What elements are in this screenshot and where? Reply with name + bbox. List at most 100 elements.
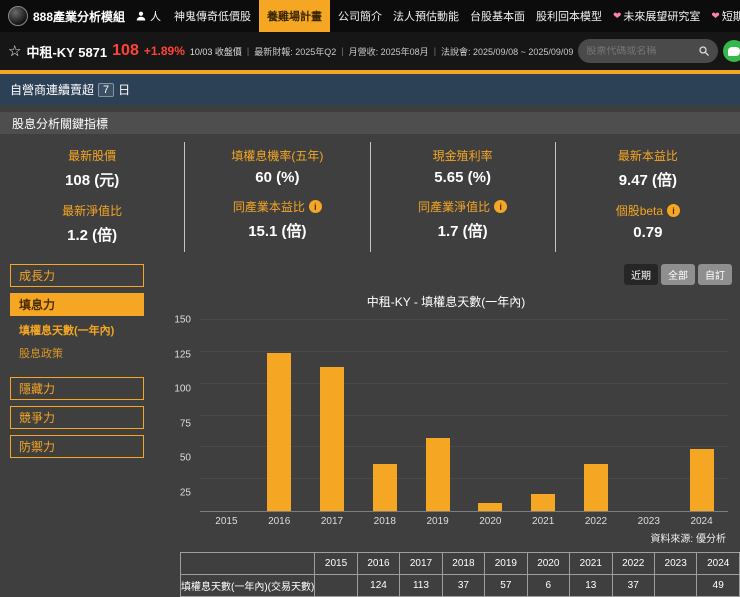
table-cell: 49 (696, 574, 740, 597)
metric-label: 現金殖利率 (371, 147, 555, 164)
metric-label-text: 同產業淨值比 (418, 200, 491, 214)
search-input[interactable] (586, 45, 699, 57)
nav-item[interactable]: ❤短期動能研究室 (708, 0, 740, 32)
table-cell: 113 (399, 574, 443, 597)
search-box[interactable] (578, 39, 719, 63)
table-header-cell: 2015 (314, 552, 358, 575)
chart-area: 近期 全部 自訂 中租-KY - 填權息天數(一年內) 150 125 100 75 50 2… (152, 262, 740, 545)
bar[interactable] (478, 503, 503, 511)
nav-item-label: 公司簡介 (338, 11, 383, 23)
nav-item-label: 法人預估動能 (393, 11, 460, 23)
range-button[interactable]: 全部 (661, 264, 695, 285)
metric-label: 最新股價 (0, 147, 184, 164)
bar-slot (570, 320, 623, 511)
nav-item[interactable]: 股利回本模型 (533, 0, 605, 32)
stock-info-bar: ☆ 中租-KY 5871 108 +1.89% 10/03 收盤價 | 最新財報:… (0, 32, 740, 70)
metric-label-text: 個股beta (615, 204, 664, 218)
data-table: 2015 2016 2017 2018 2019 2020 2021 2022 2023 2024… (179, 552, 740, 597)
range-button[interactable]: 近期 (624, 264, 658, 285)
bar-slot (411, 320, 464, 511)
info-icon[interactable]: i (494, 200, 508, 213)
plot-box: 2015 2016 2017 2018 2019 2020 2021 2022 2023 2024 (200, 319, 728, 527)
nav-item[interactable]: ❤ 未來展望研究室 (610, 0, 703, 32)
metric-value: 60 (%) (255, 169, 300, 186)
nav-item[interactable]: 神鬼傳奇低價股 (171, 0, 254, 32)
x-tick-label: 2015 (215, 516, 238, 527)
row-label: 填權息天數(一年內)(交易天數) (179, 574, 316, 597)
separator: | (341, 46, 344, 56)
sidebar-item[interactable]: 防禦力 (10, 435, 144, 458)
data-source: 資料來源: 優分析 (650, 534, 726, 545)
search-icon[interactable] (698, 45, 710, 57)
user-menu[interactable]: 人 (135, 8, 161, 24)
sidebar-item[interactable]: 競爭力 (10, 406, 144, 429)
watchlist-star-icon[interactable]: ☆ (8, 44, 21, 59)
line-share-button[interactable] (723, 40, 740, 62)
app-logo-icon (8, 6, 28, 26)
table-header-cell: 2017 (399, 552, 443, 575)
ticker-band: 自營商連續賣超 7 日 (0, 74, 740, 105)
table-header-row: 2015 2016 2017 2018 2019 2020 2021 2022 2023 2024 (179, 552, 740, 575)
bar-slot (622, 320, 675, 511)
nav-item[interactable]: 台股基本面 (467, 0, 528, 32)
metric: 同產業本益比 i 15.1 (倍) (185, 193, 369, 248)
sidebar-subitem[interactable]: 填權息天數(一年內) (19, 322, 144, 338)
metric-label-text: 填權息機率(五年) (231, 149, 324, 163)
x-tick-label: 2020 (479, 516, 502, 527)
sidebar-item[interactable]: 填息力 (10, 293, 144, 316)
y-tick-label: 75 (179, 418, 191, 429)
section-title: 股息分析關鍵指標 (12, 116, 109, 131)
metric-label: 同產業淨值比 i (371, 198, 555, 215)
metric-label: 同產業本益比 i (185, 198, 369, 215)
sidebar-subitem[interactable]: 股息政策 (19, 345, 144, 361)
bar[interactable] (425, 438, 450, 511)
metric-value: 9.47 (倍) (618, 172, 678, 189)
bar[interactable] (689, 448, 714, 511)
bar[interactable] (531, 494, 556, 511)
section-header: 股息分析關鍵指標 (0, 112, 740, 134)
metric-label-text: 最新本益比 (617, 149, 678, 163)
nav-item-label: 短期動能研究室 (721, 11, 740, 23)
bar[interactable] (372, 463, 397, 511)
bar[interactable] (319, 367, 344, 511)
table-header-cell: 2021 (569, 552, 613, 575)
nav-item[interactable]: 法人預估動能 (390, 0, 462, 32)
bar[interactable] (267, 353, 292, 511)
metric-value: 1.2 (倍) (67, 227, 118, 244)
person-icon (136, 11, 146, 21)
sidebar-item[interactable]: 成長力 (10, 264, 144, 287)
top-navigation: 888產業分析模組 人 神鬼傳奇低價股 養雞場計畫 公司簡介 法人預估動能 台股基本面股… (0, 0, 740, 32)
separator: | (246, 46, 250, 56)
table-header-cell: 2020 (526, 552, 571, 575)
bar-slot (306, 320, 359, 511)
range-buttons: 近期 全部 自訂 (152, 262, 740, 285)
bar[interactable] (583, 463, 608, 511)
ticker-label: 自營商連續賣超 (10, 83, 95, 97)
chart-wrap: 150 125 100 75 50 25 2015 2016 2017 2018 2019 2020… (152, 315, 740, 527)
stock-change: +1.89% (143, 44, 185, 58)
metric-column: 填權息機率(五年) 60 (%) 同產業本益比 i 15.1 (倍) (184, 142, 369, 252)
bar-slot (358, 320, 411, 511)
metric-label-text: 同產業本益比 (232, 200, 305, 214)
info-icon[interactable]: i (667, 204, 681, 217)
bar-slot (253, 320, 306, 511)
metric-value: 1.7 (倍) (437, 223, 488, 240)
table-cell (314, 574, 358, 597)
range-button[interactable]: 自訂 (698, 264, 732, 285)
table-header-cell: 2024 (696, 552, 740, 575)
nav-item[interactable]: 公司簡介 (335, 0, 385, 32)
x-tick-label: 2016 (268, 516, 291, 527)
metric-value: 0.79 (633, 224, 663, 241)
metric: 填權息機率(五年) 60 (%) (185, 142, 369, 193)
table-cell (653, 574, 698, 597)
chart-title: 中租-KY - 填權息天數(一年內) (366, 295, 526, 309)
x-tick-label: 2022 (584, 516, 608, 527)
nav-item[interactable]: 養雞場計畫 (259, 0, 331, 32)
nav-item-label: 股利回本模型 (536, 11, 603, 23)
sidebar-item[interactable]: 隱藏力 (10, 377, 144, 400)
info-icon[interactable]: i (308, 200, 322, 213)
table-header-cell: 2023 (653, 552, 698, 575)
x-tick-label: 2024 (690, 516, 713, 527)
metric-column: 最新股價 108 (元) 最新淨值比 1.2 (倍) (0, 142, 184, 252)
table-header-cell: 2022 (611, 552, 655, 575)
